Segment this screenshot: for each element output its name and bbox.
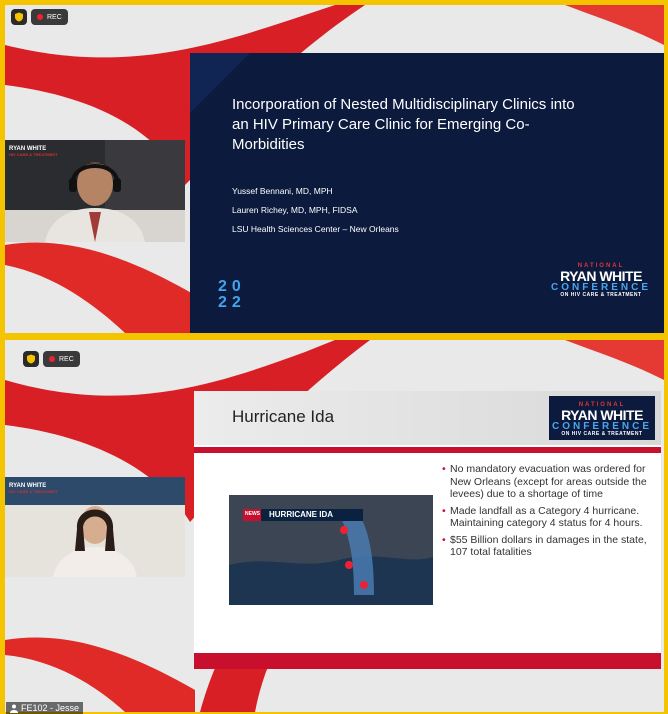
slide-title: Hurricane Ida — [232, 407, 335, 426]
slide-footer — [194, 653, 661, 669]
webcam-brand-logo: RYAN WHITE HIV CARE & TREATMENT — [9, 483, 58, 494]
webcam-speaker-2[interactable]: RYAN WHITE HIV CARE & TREATMENT — [5, 477, 185, 577]
header-band — [194, 447, 661, 453]
rec-label: REC — [47, 13, 62, 21]
map-caption: HURRICANE IDA — [269, 510, 333, 519]
year-mark: 20 22 — [218, 279, 246, 311]
cam-logo-subtitle: HIV CARE & TREATMENT — [9, 488, 58, 494]
author-1: Yussef Bennani, MD, MPH — [232, 186, 333, 196]
user-icon — [10, 704, 18, 713]
record-dot-icon — [49, 356, 55, 362]
shield-icon[interactable] — [11, 9, 27, 25]
hurricane-map-image: NEWS HURRICANE IDA — [229, 495, 433, 605]
logo-hiv: ON HIV CARE & TREATMENT — [561, 431, 643, 437]
webcam-brand-logo: RYAN WHITE HIV CARE & TREATMENT — [9, 146, 58, 157]
author-2: Lauren Richey, MD, MPH, FIDSA — [232, 205, 358, 215]
year-top: 20 — [218, 278, 246, 295]
presentation-slide-hurricane: Hurricane Ida NATIONAL RYAN WHITE CONFER… — [194, 391, 661, 669]
webcam-speaker-1[interactable]: RYAN WHITE HIV CARE & TREATMENT — [5, 140, 185, 242]
bullet-item: Made landfall as a Category 4 hurricane.… — [442, 505, 654, 530]
logo-ryan-white: RYAN WHITE — [561, 407, 643, 423]
cam-logo-subtitle: HIV CARE & TREATMENT — [9, 151, 58, 157]
recording-indicator: REC — [11, 9, 68, 25]
participant-name-tag: FE102 - Jesse — [6, 702, 84, 714]
bullet-item: $55 Billion dollars in damages in the st… — [442, 534, 654, 559]
institution: LSU Health Sciences Center – New Orleans — [232, 224, 399, 234]
logo-hiv: ON HIV CARE & TREATMENT — [560, 292, 642, 298]
slide-title: Incorporation of Nested Multidisciplinar… — [232, 96, 575, 153]
rec-label: REC — [59, 355, 74, 363]
map-news-label: NEWS — [245, 511, 260, 517]
bullet-item: No mandatory evacuation was ordered for … — [442, 463, 654, 501]
record-dot-icon — [37, 14, 43, 20]
conference-logo: NATIONAL RYAN WHITE CONFERENCE ON HIV CA… — [546, 263, 656, 298]
meeting-frame-bottom: REC RYAN WHITE HIV CARE & TREATMENT Hurr… — [5, 340, 664, 712]
meeting-frame-top: REC RYAN WHITE HIV CARE & TREATMENT Inco… — [5, 5, 664, 333]
recording-indicator: REC — [23, 351, 80, 367]
rec-pill: REC — [31, 9, 68, 25]
year-bottom: 22 — [218, 294, 246, 311]
shield-icon[interactable] — [23, 351, 39, 367]
rec-pill: REC — [43, 351, 80, 367]
bullet-list: No mandatory evacuation was ordered for … — [442, 463, 654, 563]
presentation-slide-title: Incorporation of Nested Multidisciplinar… — [190, 53, 664, 333]
logo-ryan-white: RYAN WHITE — [560, 268, 642, 284]
conference-logo: NATIONAL RYAN WHITE CONFERENCE ON HIV CA… — [549, 402, 655, 437]
conference-badge: NATIONAL RYAN WHITE CONFERENCE ON HIV CA… — [549, 396, 655, 440]
